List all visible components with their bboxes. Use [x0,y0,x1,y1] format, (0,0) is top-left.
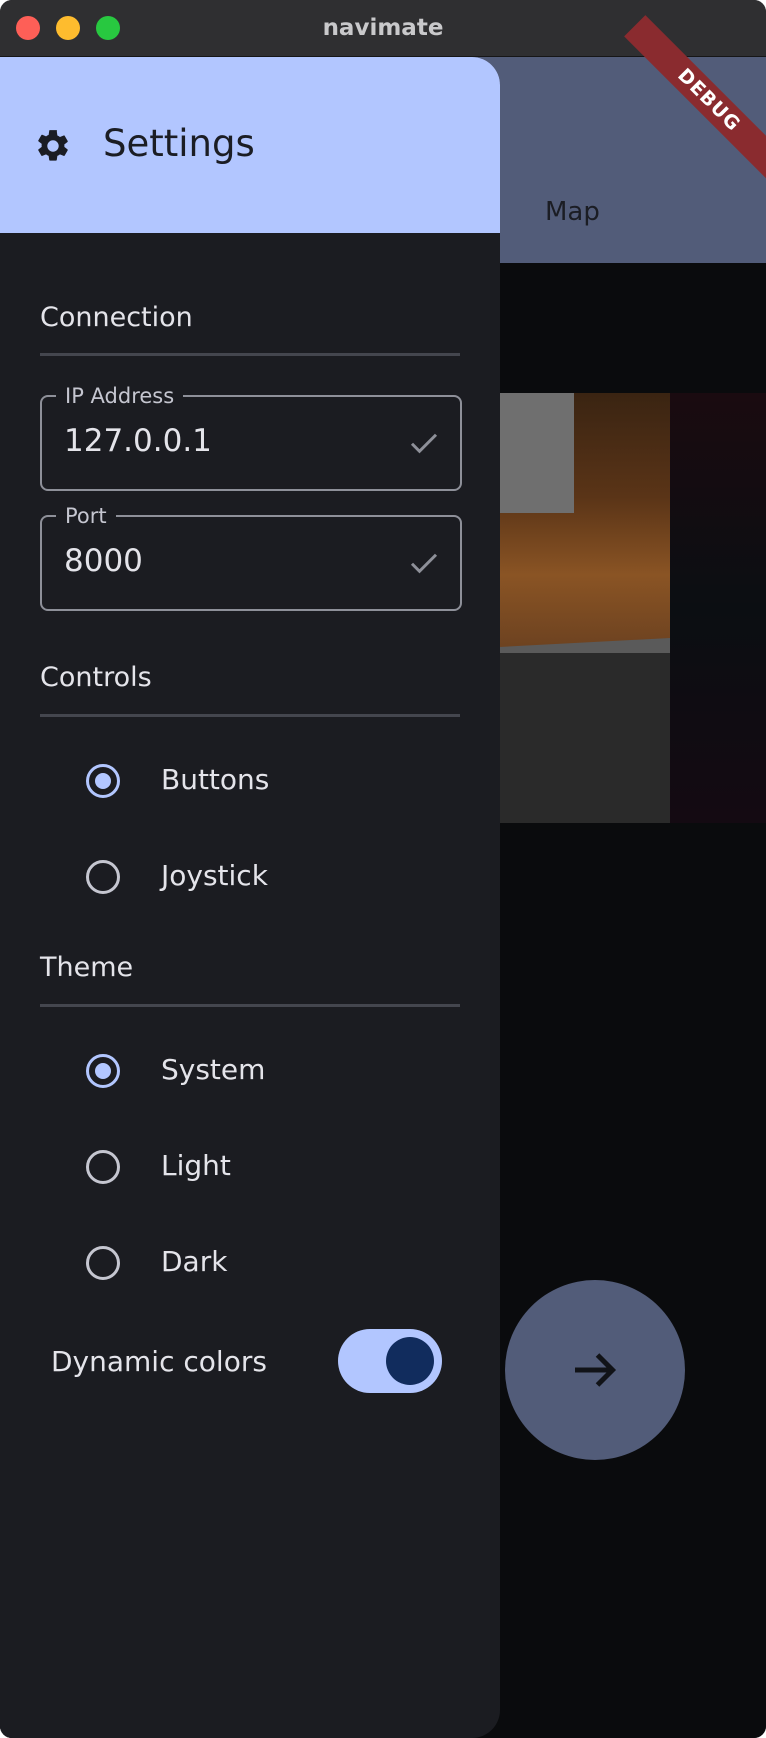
radio-option-light[interactable]: Light [86,1139,466,1199]
divider [40,353,460,356]
radio-label: Dark [161,1245,228,1278]
radio-option-buttons[interactable]: Buttons [86,753,466,813]
check-icon[interactable] [406,545,442,581]
gear-icon [38,130,68,161]
app-content: Map DEBUG Settings Connection IP Address… [0,15,766,1738]
radio-label: System [161,1053,266,1086]
settings-drawer: Settings Connection IP Address 127.0.0.1… [0,57,500,1738]
port-field[interactable]: Port 8000 [40,503,462,611]
radio-label: Joystick [161,859,268,892]
section-controls: Controls [40,662,152,693]
section-connection: Connection [40,302,193,333]
arrow-forward-icon [575,1353,617,1387]
radio-unselected-icon[interactable] [86,1150,120,1184]
radio-option-dark[interactable]: Dark [86,1235,466,1295]
divider [40,1004,460,1007]
forward-button[interactable] [505,1280,685,1460]
ip-address-field[interactable]: IP Address 127.0.0.1 [40,383,462,491]
radio-label: Buttons [161,763,270,796]
divider [40,714,460,717]
camera-floor [480,653,670,823]
radio-selected-icon[interactable] [86,764,120,798]
ip-address-label: IP Address [56,383,184,409]
check-icon[interactable] [406,425,442,461]
radio-selected-icon[interactable] [86,1054,120,1088]
radio-unselected-icon[interactable] [86,860,120,894]
dynamic-colors-toggle[interactable] [338,1329,442,1393]
toggle-knob [386,1337,434,1385]
camera-feed [480,393,766,823]
port-value: 8000 [64,543,143,579]
app-window: navimate Map DEBUG Settings Connection I… [0,0,766,1738]
drawer-title: Settings [103,122,255,165]
radio-label: Light [161,1149,231,1182]
tab-map[interactable]: Map [545,197,600,227]
radio-option-joystick[interactable]: Joystick [86,849,466,909]
ip-address-value: 127.0.0.1 [64,423,212,459]
radio-unselected-icon[interactable] [86,1246,120,1280]
drawer-header: Settings [0,57,500,233]
camera-dark-region [670,393,766,823]
dynamic-colors-label: Dynamic colors [51,1345,267,1378]
port-label: Port [56,503,116,529]
section-theme: Theme [40,952,134,983]
radio-option-system[interactable]: System [86,1043,466,1103]
